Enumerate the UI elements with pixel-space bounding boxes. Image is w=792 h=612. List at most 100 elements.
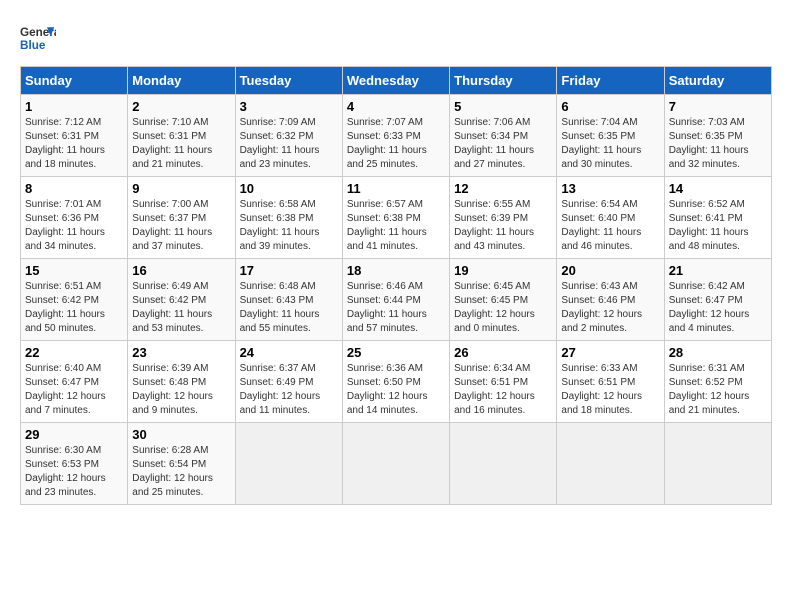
- day-info: Sunrise: 6:31 AM Sunset: 6:52 PM Dayligh…: [669, 362, 767, 418]
- daylight-label: Daylight: 11 hours and 30 minutes.: [561, 145, 641, 170]
- day-info: Sunrise: 6:48 AM Sunset: 6:43 PM Dayligh…: [240, 280, 338, 336]
- daylight-label: Daylight: 11 hours and 41 minutes.: [347, 227, 427, 252]
- sunset-label: Sunset: 6:39 PM: [454, 213, 528, 224]
- day-number: 13: [561, 181, 659, 196]
- sunrise-label: Sunrise: 6:58 AM: [240, 199, 316, 210]
- sunset-label: Sunset: 6:37 PM: [132, 213, 206, 224]
- sunrise-label: Sunrise: 6:39 AM: [132, 363, 208, 374]
- day-info: Sunrise: 7:01 AM Sunset: 6:36 PM Dayligh…: [25, 198, 123, 254]
- calendar-cell: 3 Sunrise: 7:09 AM Sunset: 6:32 PM Dayli…: [235, 95, 342, 177]
- calendar-cell: 5 Sunrise: 7:06 AM Sunset: 6:34 PM Dayli…: [450, 95, 557, 177]
- daylight-label: Daylight: 12 hours and 23 minutes.: [25, 473, 106, 498]
- sunset-label: Sunset: 6:45 PM: [454, 295, 528, 306]
- week-row-4: 22 Sunrise: 6:40 AM Sunset: 6:47 PM Dayl…: [21, 341, 772, 423]
- daylight-label: Daylight: 11 hours and 32 minutes.: [669, 145, 749, 170]
- day-number: 26: [454, 345, 552, 360]
- day-number: 16: [132, 263, 230, 278]
- calendar-cell: 13 Sunrise: 6:54 AM Sunset: 6:40 PM Dayl…: [557, 177, 664, 259]
- day-info: Sunrise: 6:33 AM Sunset: 6:51 PM Dayligh…: [561, 362, 659, 418]
- calendar-cell: 27 Sunrise: 6:33 AM Sunset: 6:51 PM Dayl…: [557, 341, 664, 423]
- sunrise-label: Sunrise: 7:03 AM: [669, 117, 745, 128]
- daylight-label: Daylight: 11 hours and 21 minutes.: [132, 145, 212, 170]
- calendar-cell: 21 Sunrise: 6:42 AM Sunset: 6:47 PM Dayl…: [664, 259, 771, 341]
- calendar-cell: 4 Sunrise: 7:07 AM Sunset: 6:33 PM Dayli…: [342, 95, 449, 177]
- day-info: Sunrise: 6:40 AM Sunset: 6:47 PM Dayligh…: [25, 362, 123, 418]
- day-number: 22: [25, 345, 123, 360]
- day-number: 2: [132, 99, 230, 114]
- sunrise-label: Sunrise: 6:51 AM: [25, 281, 101, 292]
- daylight-label: Daylight: 12 hours and 2 minutes.: [561, 309, 642, 334]
- daylight-label: Daylight: 12 hours and 25 minutes.: [132, 473, 213, 498]
- day-info: Sunrise: 7:06 AM Sunset: 6:34 PM Dayligh…: [454, 116, 552, 172]
- day-info: Sunrise: 7:12 AM Sunset: 6:31 PM Dayligh…: [25, 116, 123, 172]
- sunrise-label: Sunrise: 7:12 AM: [25, 117, 101, 128]
- daylight-label: Daylight: 12 hours and 0 minutes.: [454, 309, 535, 334]
- day-info: Sunrise: 7:09 AM Sunset: 6:32 PM Dayligh…: [240, 116, 338, 172]
- day-number: 14: [669, 181, 767, 196]
- sunrise-label: Sunrise: 6:49 AM: [132, 281, 208, 292]
- day-info: Sunrise: 6:46 AM Sunset: 6:44 PM Dayligh…: [347, 280, 445, 336]
- sunrise-label: Sunrise: 6:52 AM: [669, 199, 745, 210]
- day-number: 25: [347, 345, 445, 360]
- day-info: Sunrise: 6:57 AM Sunset: 6:38 PM Dayligh…: [347, 198, 445, 254]
- sunset-label: Sunset: 6:47 PM: [669, 295, 743, 306]
- header-wednesday: Wednesday: [342, 67, 449, 95]
- day-info: Sunrise: 6:37 AM Sunset: 6:49 PM Dayligh…: [240, 362, 338, 418]
- calendar-cell: [557, 423, 664, 505]
- calendar-cell: [235, 423, 342, 505]
- daylight-label: Daylight: 11 hours and 48 minutes.: [669, 227, 749, 252]
- day-info: Sunrise: 6:52 AM Sunset: 6:41 PM Dayligh…: [669, 198, 767, 254]
- sunset-label: Sunset: 6:35 PM: [669, 131, 743, 142]
- sunset-label: Sunset: 6:36 PM: [25, 213, 99, 224]
- sunrise-label: Sunrise: 6:57 AM: [347, 199, 423, 210]
- week-row-3: 15 Sunrise: 6:51 AM Sunset: 6:42 PM Dayl…: [21, 259, 772, 341]
- sunrise-label: Sunrise: 6:43 AM: [561, 281, 637, 292]
- sunrise-label: Sunrise: 6:33 AM: [561, 363, 637, 374]
- day-number: 7: [669, 99, 767, 114]
- week-row-1: 1 Sunrise: 7:12 AM Sunset: 6:31 PM Dayli…: [21, 95, 772, 177]
- day-number: 29: [25, 427, 123, 442]
- logo-icon: General Blue: [20, 20, 56, 56]
- sunrise-label: Sunrise: 6:30 AM: [25, 445, 101, 456]
- calendar-cell: 23 Sunrise: 6:39 AM Sunset: 6:48 PM Dayl…: [128, 341, 235, 423]
- header-sunday: Sunday: [21, 67, 128, 95]
- calendar-cell: [450, 423, 557, 505]
- daylight-label: Daylight: 11 hours and 25 minutes.: [347, 145, 427, 170]
- day-info: Sunrise: 7:04 AM Sunset: 6:35 PM Dayligh…: [561, 116, 659, 172]
- day-number: 1: [25, 99, 123, 114]
- sunset-label: Sunset: 6:51 PM: [561, 377, 635, 388]
- sunset-label: Sunset: 6:31 PM: [25, 131, 99, 142]
- sunrise-label: Sunrise: 6:45 AM: [454, 281, 530, 292]
- sunset-label: Sunset: 6:41 PM: [669, 213, 743, 224]
- day-info: Sunrise: 6:51 AM Sunset: 6:42 PM Dayligh…: [25, 280, 123, 336]
- daylight-label: Daylight: 12 hours and 14 minutes.: [347, 391, 428, 416]
- day-info: Sunrise: 6:42 AM Sunset: 6:47 PM Dayligh…: [669, 280, 767, 336]
- calendar-cell: 11 Sunrise: 6:57 AM Sunset: 6:38 PM Dayl…: [342, 177, 449, 259]
- calendar-cell: [342, 423, 449, 505]
- calendar-cell: 25 Sunrise: 6:36 AM Sunset: 6:50 PM Dayl…: [342, 341, 449, 423]
- sunrise-label: Sunrise: 6:55 AM: [454, 199, 530, 210]
- sunset-label: Sunset: 6:47 PM: [25, 377, 99, 388]
- calendar-body: 1 Sunrise: 7:12 AM Sunset: 6:31 PM Dayli…: [21, 95, 772, 505]
- sunset-label: Sunset: 6:42 PM: [25, 295, 99, 306]
- day-number: 20: [561, 263, 659, 278]
- sunset-label: Sunset: 6:33 PM: [347, 131, 421, 142]
- sunset-label: Sunset: 6:53 PM: [25, 459, 99, 470]
- calendar-cell: [664, 423, 771, 505]
- sunrise-label: Sunrise: 7:00 AM: [132, 199, 208, 210]
- sunset-label: Sunset: 6:50 PM: [347, 377, 421, 388]
- day-info: Sunrise: 7:07 AM Sunset: 6:33 PM Dayligh…: [347, 116, 445, 172]
- calendar-cell: 2 Sunrise: 7:10 AM Sunset: 6:31 PM Dayli…: [128, 95, 235, 177]
- sunrise-label: Sunrise: 7:06 AM: [454, 117, 530, 128]
- calendar-cell: 9 Sunrise: 7:00 AM Sunset: 6:37 PM Dayli…: [128, 177, 235, 259]
- calendar-cell: 30 Sunrise: 6:28 AM Sunset: 6:54 PM Dayl…: [128, 423, 235, 505]
- day-info: Sunrise: 6:54 AM Sunset: 6:40 PM Dayligh…: [561, 198, 659, 254]
- calendar-header-row: SundayMondayTuesdayWednesdayThursdayFrid…: [21, 67, 772, 95]
- day-number: 6: [561, 99, 659, 114]
- day-info: Sunrise: 7:00 AM Sunset: 6:37 PM Dayligh…: [132, 198, 230, 254]
- calendar-cell: 29 Sunrise: 6:30 AM Sunset: 6:53 PM Dayl…: [21, 423, 128, 505]
- sunset-label: Sunset: 6:42 PM: [132, 295, 206, 306]
- calendar-cell: 24 Sunrise: 6:37 AM Sunset: 6:49 PM Dayl…: [235, 341, 342, 423]
- calendar-cell: 16 Sunrise: 6:49 AM Sunset: 6:42 PM Dayl…: [128, 259, 235, 341]
- calendar-cell: 22 Sunrise: 6:40 AM Sunset: 6:47 PM Dayl…: [21, 341, 128, 423]
